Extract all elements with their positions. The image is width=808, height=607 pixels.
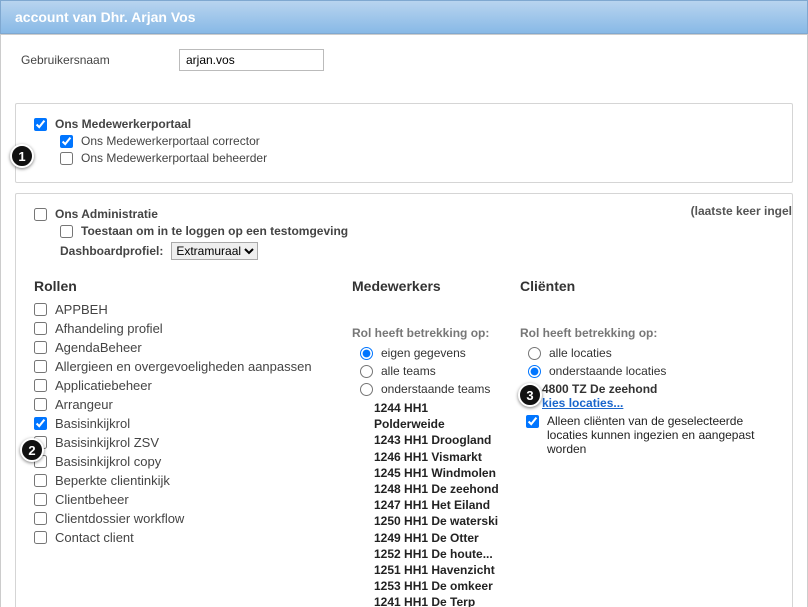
role-checkbox[interactable] xyxy=(34,360,47,373)
annotation-1: 1 xyxy=(10,144,34,168)
portal-section: Ons Medewerkerportaal Ons Medewerkerport… xyxy=(15,103,793,183)
cli-location: 4800 TZ De zeehond xyxy=(542,382,774,396)
role-checkbox[interactable] xyxy=(34,341,47,354)
role-checkbox[interactable] xyxy=(34,474,47,487)
team-item: 1248 HH1 De zeehond xyxy=(374,481,502,497)
dashboard-profile-label: Dashboardprofiel: xyxy=(60,244,163,258)
role-label: Afhandeling profiel xyxy=(55,321,163,336)
roles-header: Rollen xyxy=(34,278,334,294)
page-root: account van Dhr. Arjan Vos Gebruikersnaa… xyxy=(0,0,808,607)
window-title: account van Dhr. Arjan Vos xyxy=(15,9,196,25)
medewerkers-header: Medewerkers xyxy=(352,278,502,294)
last-login-text: (laatste keer ingel xyxy=(691,204,792,218)
role-label: Allergieen en overgevoeligheden aanpasse… xyxy=(55,359,312,374)
team-item: 1241 HH1 De Terp xyxy=(374,594,502,607)
role-checkbox[interactable] xyxy=(34,531,47,544)
teams-list: 1244 HH1 Polderweide1243 HH1 Droogland12… xyxy=(374,400,502,607)
main-panel: Gebruikersnaam Ons Medewerkerportaal Ons… xyxy=(0,34,808,607)
role-row: Allergieen en overgevoeligheden aanpasse… xyxy=(34,359,334,374)
role-label: AgendaBeheer xyxy=(55,340,142,355)
portal-beheerder-label: Ons Medewerkerportaal beheerder xyxy=(81,151,267,165)
medewerkers-column: Medewerkers Rol heeft betrekking op: eig… xyxy=(352,266,502,607)
choose-locations-link[interactable]: kies locaties... xyxy=(542,396,623,410)
role-label: Beperkte clientinkijk xyxy=(55,473,170,488)
role-label: Clientbeheer xyxy=(55,492,129,507)
team-item: 1243 HH1 Droogland xyxy=(374,432,502,448)
role-checkbox[interactable] xyxy=(34,398,47,411)
team-item: 1247 HH1 Het Eiland xyxy=(374,497,502,513)
role-row: Clientdossier workflow xyxy=(34,511,334,526)
cli-radio-locaties[interactable] xyxy=(528,365,541,378)
team-item: 1252 HH1 De houte... xyxy=(374,546,502,562)
team-item: 1253 HH1 De omkeer xyxy=(374,578,502,594)
username-label: Gebruikersnaam xyxy=(21,53,141,67)
team-item: 1251 HH1 Havenzicht xyxy=(374,562,502,578)
role-row: APPBEH xyxy=(34,302,334,317)
team-item: 1244 HH1 Polderweide xyxy=(374,400,502,432)
cli-scope-label: Rol heeft betrekking op: xyxy=(520,326,774,340)
role-label: Arrangeur xyxy=(55,397,113,412)
role-row: Arrangeur xyxy=(34,397,334,412)
role-row: Basisinkijkrol ZSV xyxy=(34,435,334,450)
admin-testenv-label: Toestaan om in te loggen op een testomge… xyxy=(81,224,348,238)
role-row: Clientbeheer xyxy=(34,492,334,507)
team-item: 1250 HH1 De waterski xyxy=(374,513,502,529)
username-section: Gebruikersnaam xyxy=(1,35,807,93)
team-item: 1246 HH1 Vismarkt xyxy=(374,449,502,465)
admin-testenv-checkbox[interactable] xyxy=(60,225,73,238)
role-row: Beperkte clientinkijk xyxy=(34,473,334,488)
cli-radio-alle-label: alle locaties xyxy=(549,346,612,360)
role-row: Applicatiebeheer xyxy=(34,378,334,393)
portal-corrector-label: Ons Medewerkerportaal corrector xyxy=(81,134,260,148)
roles-column: Rollen APPBEH Afhandeling profiel AgendaBe… xyxy=(34,266,334,549)
role-row: AgendaBeheer xyxy=(34,340,334,355)
role-checkbox[interactable] xyxy=(34,379,47,392)
admin-main-checkbox[interactable] xyxy=(34,208,47,221)
role-row: Contact client xyxy=(34,530,334,545)
username-input[interactable] xyxy=(179,49,324,71)
role-label: Basisinkijkrol ZSV xyxy=(55,435,159,450)
roles-list: APPBEH Afhandeling profiel AgendaBeheer All… xyxy=(34,302,334,545)
med-radio-alle[interactable] xyxy=(360,365,373,378)
annotation-2: 2 xyxy=(20,438,44,462)
role-label: Basisinkijkrol xyxy=(55,416,130,431)
cli-only-clients-checkbox[interactable] xyxy=(526,415,539,428)
team-item: 1245 HH1 Windmolen xyxy=(374,465,502,481)
role-label: Clientdossier workflow xyxy=(55,511,184,526)
clienten-column: Cliënten Rol heeft betrekking op: alle l… xyxy=(520,266,774,456)
med-radio-eigen[interactable] xyxy=(360,347,373,360)
med-radio-eigen-label: eigen gegevens xyxy=(381,346,466,360)
team-item: 1249 HH1 De Otter xyxy=(374,530,502,546)
role-checkbox[interactable] xyxy=(34,417,47,430)
dashboard-profile-select[interactable]: Extramuraal xyxy=(171,242,258,260)
clienten-header: Cliënten xyxy=(520,278,774,294)
med-radio-alle-label: alle teams xyxy=(381,364,436,378)
role-checkbox[interactable] xyxy=(34,322,47,335)
portal-main-label: Ons Medewerkerportaal xyxy=(55,117,191,131)
admin-section: (laatste keer ingel Ons Administratie To… xyxy=(15,193,793,607)
role-checkbox[interactable] xyxy=(34,303,47,316)
role-row: Afhandeling profiel xyxy=(34,321,334,336)
role-label: Basisinkijkrol copy xyxy=(55,454,161,469)
portal-beheerder-checkbox[interactable] xyxy=(60,152,73,165)
admin-main-label: Ons Administratie xyxy=(55,207,158,221)
annotation-3: 3 xyxy=(518,383,542,407)
cli-radio-alle[interactable] xyxy=(528,347,541,360)
med-scope-label: Rol heeft betrekking op: xyxy=(352,326,502,340)
portal-main-checkbox[interactable] xyxy=(34,118,47,131)
role-row: Basisinkijkrol xyxy=(34,416,334,431)
portal-corrector-checkbox[interactable] xyxy=(60,135,73,148)
role-checkbox[interactable] xyxy=(34,493,47,506)
med-radio-teams[interactable] xyxy=(360,383,373,396)
window-title-bar: account van Dhr. Arjan Vos xyxy=(0,0,808,34)
med-radio-teams-label: onderstaande teams xyxy=(381,382,490,396)
role-row: Basisinkijkrol copy xyxy=(34,454,334,469)
role-checkbox[interactable] xyxy=(34,512,47,525)
cli-radio-locaties-label: onderstaande locaties xyxy=(549,364,666,378)
role-label: APPBEH xyxy=(55,302,108,317)
role-label: Applicatiebeheer xyxy=(55,378,152,393)
cli-only-clients-label: Alleen cliënten van de geselecteerde loc… xyxy=(547,414,774,456)
role-label: Contact client xyxy=(55,530,134,545)
